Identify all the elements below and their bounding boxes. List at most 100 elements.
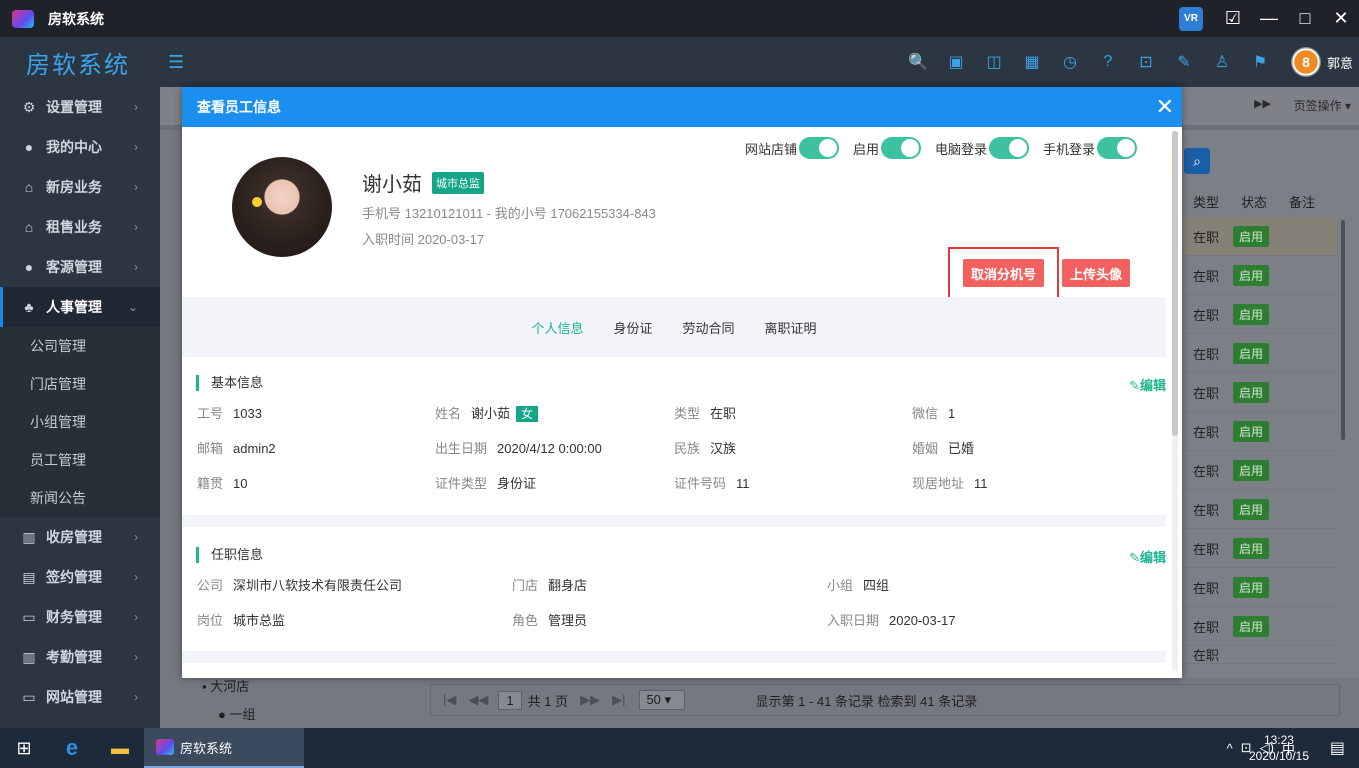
field-type: 类型 在职: [674, 403, 736, 422]
switch[interactable]: [988, 137, 1029, 159]
sidebar-item-finance[interactable]: ▭ 财务管理 ›: [0, 597, 160, 637]
menu-toggle-icon[interactable]: ☰: [168, 52, 184, 73]
table-row[interactable]: 在职: [1182, 646, 1337, 664]
toggle-mobile-login[interactable]: 手机登录: [1043, 137, 1137, 159]
tab-labor-contract[interactable]: 劳动合同: [683, 318, 735, 337]
sidebar-item-customer[interactable]: ● 客源管理 ›: [0, 247, 160, 287]
toggle-label: 电脑登录: [934, 141, 987, 157]
table-row[interactable]: 在职 启用: [1182, 256, 1337, 295]
table-row[interactable]: 在职 启用: [1182, 529, 1337, 568]
user-menu[interactable]: 8 郭意: [1290, 47, 1353, 77]
field-label: 证件类型: [435, 476, 488, 491]
table-row[interactable]: 在职 启用: [1182, 217, 1337, 256]
search-icon[interactable]: 🔍: [899, 52, 937, 72]
window-title: 房软系统: [48, 10, 104, 27]
tree-node-store[interactable]: ▪ 大河店: [202, 676, 249, 695]
switch[interactable]: [798, 137, 839, 159]
notification-icon[interactable]: ▤: [1330, 738, 1345, 758]
table-row[interactable]: 在职 启用: [1182, 607, 1337, 646]
ie-icon[interactable]: e: [48, 735, 96, 761]
page-ops-menu[interactable]: 页签操作 ▾: [1294, 97, 1351, 114]
field-value: 1033: [233, 406, 262, 421]
table-row[interactable]: 在职 启用: [1182, 490, 1337, 529]
modal-close-button[interactable]: ✕: [1156, 96, 1174, 118]
status-badge: 启用: [1233, 264, 1270, 286]
user-icon[interactable]: ♙: [1203, 52, 1241, 72]
sidebar-item-collect[interactable]: ▥ 收房管理 ›: [0, 517, 160, 557]
cancel-extension-button[interactable]: 取消分机号: [963, 259, 1045, 287]
tabs-forward-icon[interactable]: ▶▶: [1254, 97, 1271, 110]
tab-personal-info[interactable]: 个人信息: [531, 318, 583, 337]
run-icon[interactable]: ⚑: [1241, 52, 1279, 72]
field-value: 谢小茹: [471, 406, 511, 421]
switch[interactable]: [1097, 137, 1137, 159]
taskbar-app[interactable]: 房软系统: [144, 728, 304, 768]
cell-type: 在职: [1193, 307, 1220, 323]
role-badge: 城市总监: [432, 172, 484, 194]
user-name[interactable]: 郭意: [1327, 53, 1353, 72]
sidebar-item-website[interactable]: ▭ 网站管理 ›: [0, 677, 160, 717]
folder-icon[interactable]: ▬: [96, 738, 144, 759]
phone-icon[interactable]: ▣: [937, 52, 975, 72]
search-icon[interactable]: ⌕: [1184, 148, 1210, 174]
contact-icon[interactable]: ◫: [975, 52, 1013, 72]
switch[interactable]: [880, 137, 921, 159]
page-input[interactable]: 1: [498, 690, 522, 710]
table-row[interactable]: 在职 启用: [1182, 334, 1337, 373]
sidebar-subitem-employee[interactable]: 员工管理: [0, 441, 160, 479]
sidebar-item-hr[interactable]: ♣ 人事管理 ⌄: [0, 287, 160, 327]
toggle-enabled[interactable]: 启用: [853, 137, 921, 159]
vr-icon[interactable]: VR: [1179, 6, 1203, 31]
table-scrollbar[interactable]: [1341, 220, 1345, 440]
windows-start-icon[interactable]: ⊞: [0, 738, 48, 759]
clock-time: 13:23: [1263, 733, 1294, 747]
table-row[interactable]: 在职 启用: [1182, 295, 1337, 334]
field-value: admin2: [233, 441, 276, 456]
tree-node-group[interactable]: ● 一组: [218, 704, 255, 723]
table-row[interactable]: 在职 启用: [1182, 373, 1337, 412]
sidebar-subitem-store[interactable]: 门店管理: [0, 365, 160, 403]
table-row[interactable]: 在职 启用: [1182, 412, 1337, 451]
scrollbar-thumb[interactable]: [1172, 131, 1178, 436]
upload-avatar-button[interactable]: 上传头像: [1062, 259, 1131, 287]
last-page-icon[interactable]: ▶|: [612, 692, 625, 708]
next-page-icon[interactable]: ▶▶: [580, 692, 600, 708]
modal-scrollbar[interactable]: [1172, 131, 1178, 671]
page-size-select[interactable]: 50 ▾: [639, 690, 686, 710]
tab-id-card[interactable]: 身份证: [613, 318, 652, 337]
user-avatar[interactable]: 8: [1290, 47, 1321, 77]
close-window-button[interactable]: ✕: [1323, 8, 1359, 29]
sidebar-item-settings[interactable]: ⚙ 设置管理 ›: [0, 87, 160, 127]
sidebar-item-rent-sale[interactable]: ⌂ 租售业务 ›: [0, 207, 160, 247]
minimize-button[interactable]: —: [1251, 8, 1287, 29]
tab-resignation[interactable]: 离职证明: [765, 318, 817, 337]
tray-expand-icon[interactable]: ^: [1227, 741, 1233, 756]
sidebar-subitem-group[interactable]: 小组管理: [0, 403, 160, 441]
sidebar-item-contract[interactable]: ▤ 签约管理 ›: [0, 557, 160, 597]
help-icon[interactable]: ?: [1089, 53, 1127, 71]
field-wechat: 微信 1: [912, 403, 955, 422]
location-icon[interactable]: ◷: [1051, 52, 1089, 72]
sidebar-item-my-center[interactable]: ● 我的中心 ›: [0, 127, 160, 167]
sidebar-subitem-news[interactable]: 新闻公告: [0, 479, 160, 517]
edit-icon[interactable]: ✎: [1165, 52, 1203, 72]
edit-job-button[interactable]: ✎编辑: [1129, 547, 1166, 566]
first-page-icon[interactable]: |◀: [443, 692, 456, 708]
toggle-website-store[interactable]: 网站店铺: [745, 137, 839, 159]
prev-page-icon[interactable]: ◀◀: [468, 692, 488, 708]
cell-type: 在职: [1193, 541, 1220, 557]
field-id-no: 证件号码 11: [674, 473, 750, 492]
table-row[interactable]: 在职 启用: [1182, 451, 1337, 490]
edit-window-icon[interactable]: ☑: [1215, 8, 1251, 29]
edit-basic-button[interactable]: ✎编辑: [1129, 375, 1166, 394]
table-row[interactable]: 在职 启用: [1182, 568, 1337, 607]
export-icon[interactable]: ⊡: [1127, 52, 1165, 72]
sidebar-item-new-house[interactable]: ⌂ 新房业务 ›: [0, 167, 160, 207]
maximize-button[interactable]: □: [1287, 8, 1323, 29]
grid-icon[interactable]: ▦: [1013, 52, 1051, 72]
sidebar-subitem-company[interactable]: 公司管理: [0, 327, 160, 365]
sidebar-item-attendance[interactable]: ▥ 考勤管理 ›: [0, 637, 160, 677]
clock[interactable]: 13:23 2020/10/15: [1249, 732, 1309, 764]
taskbar: ⊞ e ▬ 房软系统 ^ ⊡ ◁) 中 13:23 2020/10/15 ▤: [0, 728, 1359, 768]
toggle-pc-login[interactable]: 电脑登录: [935, 137, 1029, 159]
